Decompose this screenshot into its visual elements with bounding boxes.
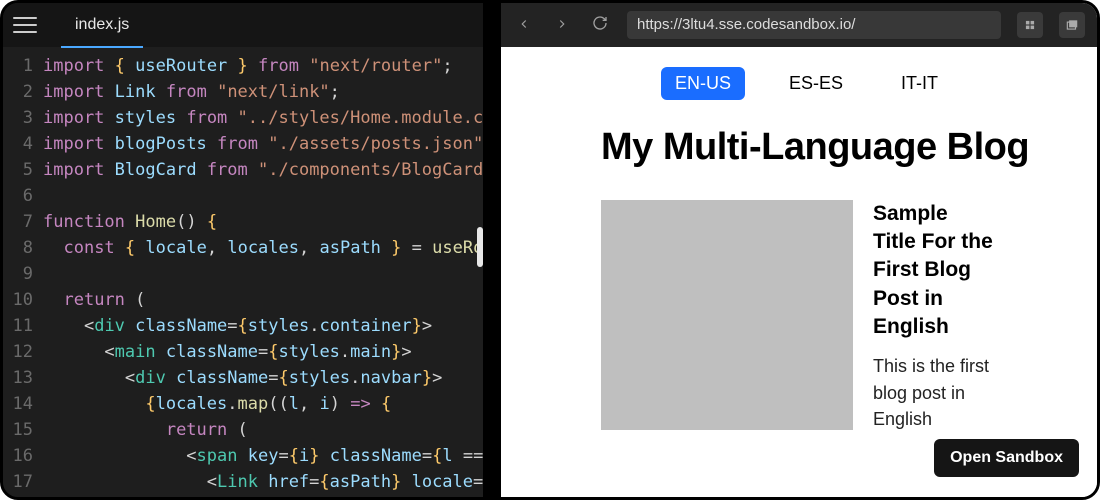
code-editor-pane: index.js 1 2 3 4 5 6 7 8 9 10 11 12 13 1… (3, 3, 483, 497)
post-excerpt: This is the first blog post in English (873, 353, 993, 431)
open-window-icon[interactable] (1059, 12, 1085, 38)
code-lines[interactable]: import { useRouter } from "next/router";… (43, 53, 483, 497)
post-image-placeholder (601, 200, 853, 430)
pane-divider[interactable] (483, 3, 501, 497)
blog-post-card[interactable]: Sample Title For the First Blog Post in … (601, 200, 1031, 432)
browser-toolbar: https://3ltu4.sse.codesandbox.io/ (501, 3, 1097, 47)
browser-pane: https://3ltu4.sse.codesandbox.io/ EN-US … (501, 3, 1097, 497)
lang-option-it[interactable]: IT-IT (887, 67, 952, 100)
editor-tab[interactable]: index.js (61, 2, 143, 48)
url-bar[interactable]: https://3ltu4.sse.codesandbox.io/ (627, 11, 1001, 39)
blog-title: My Multi-Language Blog (601, 126, 1031, 170)
editor-topbar: index.js (3, 3, 483, 47)
back-icon[interactable] (513, 15, 535, 36)
code-area[interactable]: 1 2 3 4 5 6 7 8 9 10 11 12 13 14 15 16 1… (3, 47, 483, 497)
language-nav: EN-US ES-ES IT-IT (601, 67, 1031, 100)
open-sandbox-button[interactable]: Open Sandbox (934, 439, 1079, 477)
line-number-gutter: 1 2 3 4 5 6 7 8 9 10 11 12 13 14 15 16 1… (3, 53, 43, 497)
reload-icon[interactable] (589, 15, 611, 36)
lang-option-en[interactable]: EN-US (661, 67, 745, 100)
forward-icon[interactable] (551, 15, 573, 36)
codesandbox-icon[interactable] (1017, 12, 1043, 38)
rendered-page: EN-US ES-ES IT-IT My Multi-Language Blog… (501, 47, 1097, 497)
lang-option-es[interactable]: ES-ES (775, 67, 857, 100)
menu-icon[interactable] (13, 13, 37, 37)
editor-scrollbar-thumb[interactable] (477, 227, 483, 267)
post-title: Sample Title For the First Blog Post in … (873, 200, 993, 342)
